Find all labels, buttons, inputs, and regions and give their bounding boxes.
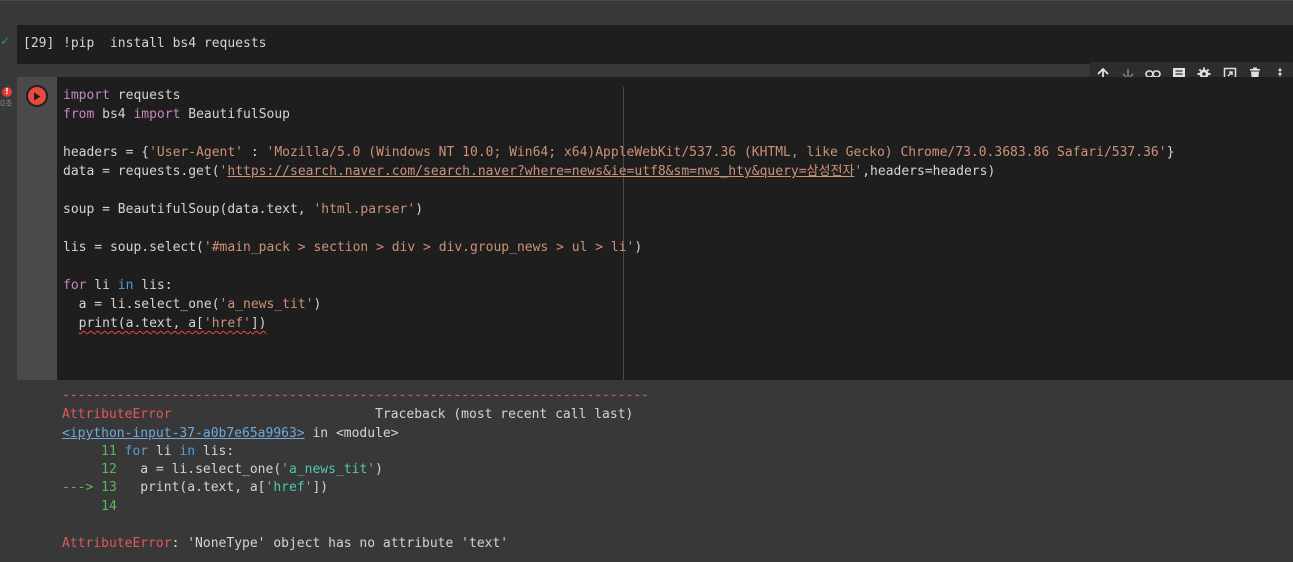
cell-code[interactable]: !pip install bs4 requests <box>63 36 267 52</box>
execution-time: 0초 <box>0 99 13 108</box>
traceback-line: 11 for li in lis: <box>62 444 235 459</box>
code-line: headers = {'User-Agent' : 'Mozilla/5.0 (… <box>63 145 1175 160</box>
run-cell-button[interactable] <box>26 85 48 107</box>
play-icon <box>28 87 46 105</box>
code-line: print(a.text, a['href']) <box>63 314 267 333</box>
traceback-line: 14 <box>62 499 117 514</box>
cell-output: ----------------------------------------… <box>17 380 1293 562</box>
cell-gutter <box>17 77 57 380</box>
code-line: for li in lis: <box>63 278 173 293</box>
code-line: soup = BeautifulSoup(data.text, 'html.pa… <box>63 202 424 217</box>
line-length-ruler <box>623 87 624 380</box>
traceback-location: <ipython-input-37-a0b7e65a9963> in <modu… <box>62 426 399 441</box>
code-line: from bs4 import BeautifulSoup <box>63 107 290 122</box>
ipython-input-link[interactable]: <ipython-input-37-a0b7e65a9963> <box>62 426 305 441</box>
execution-count: [29] <box>23 36 55 51</box>
code-line: lis = soup.select('#main_pack > section … <box>63 240 643 255</box>
traceback-header: AttributeError Traceback (most recent ca… <box>62 407 634 422</box>
url-link[interactable]: https://search.naver.com/search.naver?wh… <box>227 164 854 179</box>
code-line: import requests <box>63 88 181 103</box>
code-line: data = requests.get('https://search.nave… <box>63 164 996 179</box>
error-squiggle: print(a.text, a['href']) <box>78 316 267 331</box>
error-message: AttributeError: 'NoneType' object has no… <box>62 536 509 551</box>
check-icon: ✓ <box>1 34 9 49</box>
traceback-line: 12 a = li.select_one('a_news_tit') <box>62 462 383 477</box>
code-cell-pip-install[interactable]: [29] !pip install bs4 requests <box>17 25 1293 64</box>
code-editor[interactable]: import requests from bs4 import Beautifu… <box>57 77 1293 380</box>
traceback-separator: ----------------------------------------… <box>62 388 649 403</box>
traceback-line-current: ---> 13 print(a.text, a['href']) <box>62 480 329 495</box>
notebook-page: ✓ [29] !pip install bs4 requests ! 0초 im… <box>0 0 1293 562</box>
error-badge-icon: ! <box>2 87 12 97</box>
code-line: a = li.select_one('a_news_tit') <box>63 297 322 312</box>
top-bar <box>0 0 1293 26</box>
